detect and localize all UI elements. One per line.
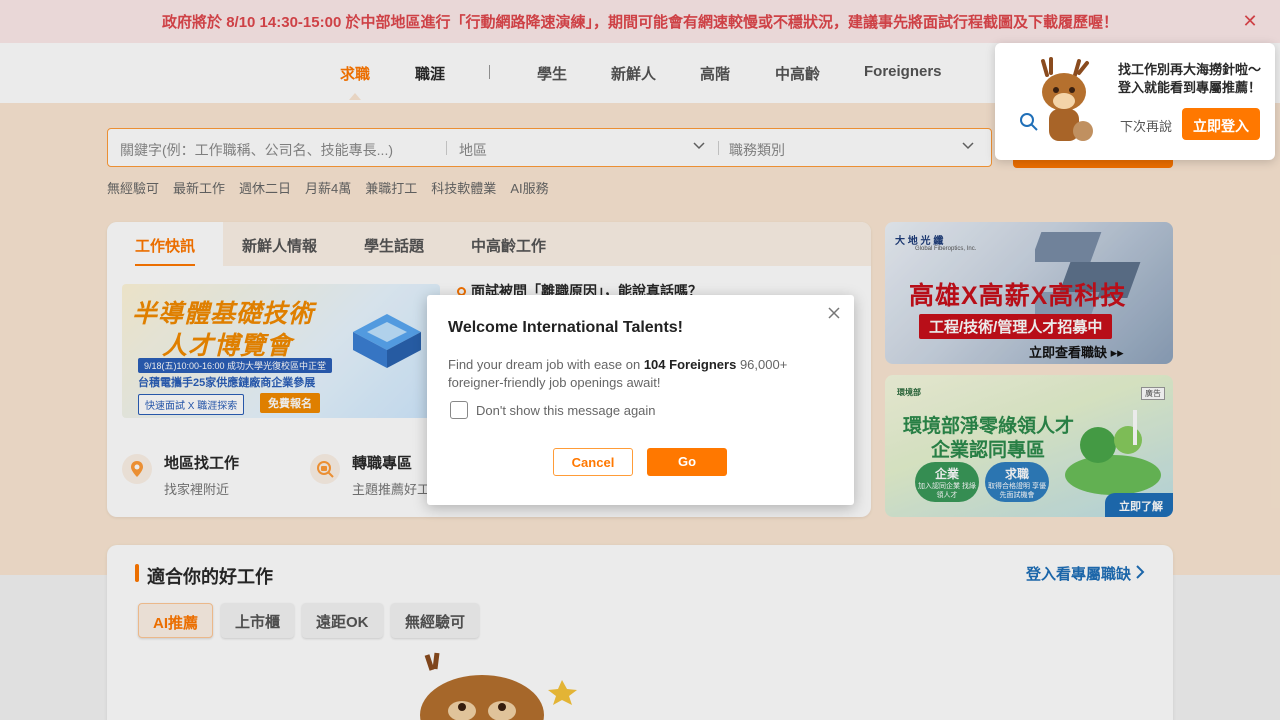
dont-show-again-checkbox[interactable] (450, 401, 468, 419)
login-button[interactable]: 立即登入 (1182, 108, 1260, 140)
modal-message: Find your dream job with ease on 104 For… (448, 356, 838, 392)
login-prompt-text: 找工作別再大海撈針啦～ 登入就能看到專屬推薦！ (1118, 61, 1261, 97)
login-prompt-line1: 找工作別再大海撈針啦～ (1118, 62, 1262, 77)
login-prompt-popup: 找工作別再大海撈針啦～ 登入就能看到專屬推薦！ 下次再說 立即登入 (995, 43, 1275, 160)
welcome-modal: Welcome International Talents! Find your… (427, 295, 854, 505)
deer-mascot-icon (1041, 57, 1093, 141)
login-prompt-line2: 登入就能看到專屬推薦！ (1118, 80, 1262, 95)
cancel-button[interactable]: Cancel (553, 448, 633, 476)
close-icon[interactable] (826, 305, 842, 321)
modal-title: Welcome International Talents! (448, 319, 684, 336)
go-button[interactable]: Go (647, 448, 727, 476)
dont-show-again-label[interactable]: Don't show this message again (476, 403, 656, 418)
modal-brand-name: 104 Foreigners (643, 357, 737, 372)
modal-message-prefix: Find your dream job with ease on (448, 357, 644, 372)
later-button[interactable]: 下次再說 (1120, 116, 1172, 135)
